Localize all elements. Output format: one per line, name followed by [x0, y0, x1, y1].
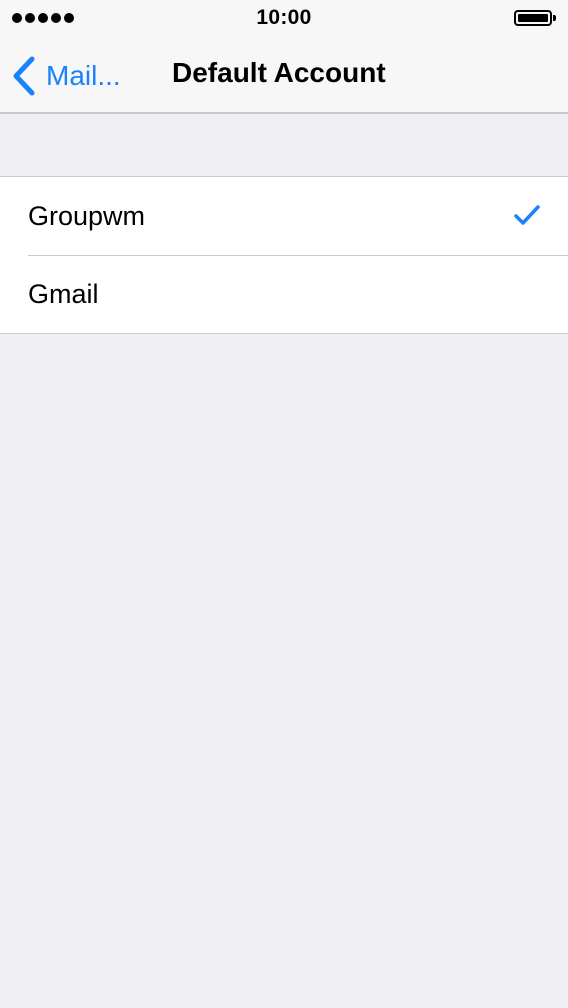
status-bar: 10:00 — [0, 0, 568, 40]
navigation-bar: Mail... Default Account — [0, 40, 568, 114]
account-item-groupwm[interactable]: Groupwm — [0, 177, 568, 255]
account-item-label: Gmail — [28, 278, 99, 309]
account-list: Groupwm Gmail — [0, 176, 568, 334]
account-item-gmail[interactable]: Gmail — [0, 255, 568, 333]
status-time: 10:00 — [256, 6, 312, 29]
back-button-label: Mail... — [46, 60, 121, 91]
checkmark-icon — [514, 205, 540, 225]
back-button[interactable]: Mail... — [12, 54, 121, 98]
chevron-left-icon — [13, 56, 35, 96]
page-title: Default Account — [172, 57, 386, 88]
battery-full-icon — [514, 10, 556, 26]
default-account-screen: 10:00 Mail... Default Account Groupwm Gm… — [0, 0, 568, 1008]
account-item-label: Groupwm — [28, 200, 146, 231]
